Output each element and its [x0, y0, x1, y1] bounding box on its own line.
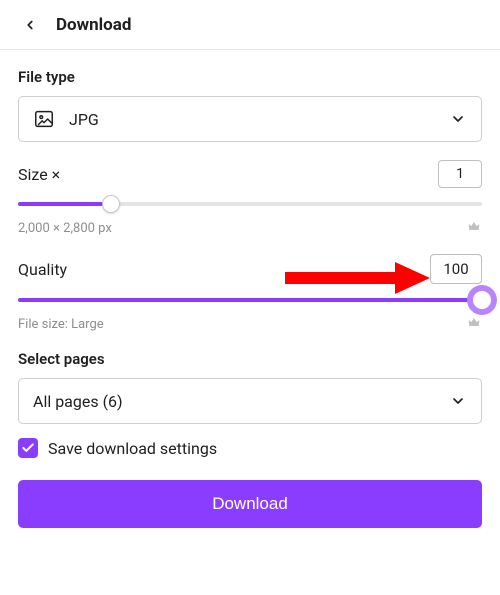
image-icon — [33, 108, 55, 130]
slider-fill — [18, 298, 482, 302]
slider-fill — [18, 202, 111, 206]
download-button[interactable]: Download — [18, 480, 482, 528]
save-settings-label: Save download settings — [48, 439, 217, 458]
quality-input[interactable]: 100 — [430, 254, 482, 284]
check-icon — [21, 441, 35, 455]
size-dimensions: 2,000 × 2,800 px — [18, 221, 112, 236]
file-type-label: File type — [18, 68, 482, 86]
save-settings-checkbox[interactable] — [18, 438, 38, 458]
size-label: Size × — [18, 165, 60, 184]
file-type-value: JPG — [69, 110, 99, 129]
size-slider[interactable] — [18, 194, 482, 214]
chevron-down-icon — [449, 110, 467, 128]
file-type-select[interactable]: JPG — [18, 96, 482, 142]
crown-icon — [466, 218, 482, 238]
chevron-left-icon — [23, 18, 37, 32]
select-pages-select[interactable]: All pages (6) — [18, 378, 482, 424]
size-input[interactable]: 1 — [438, 160, 482, 188]
crown-icon — [466, 314, 482, 334]
page-title: Download — [56, 15, 131, 35]
select-pages-value: All pages (6) — [33, 392, 123, 411]
chevron-down-icon — [449, 392, 467, 410]
slider-thumb[interactable] — [473, 291, 491, 309]
back-button[interactable] — [18, 13, 42, 37]
select-pages-label: Select pages — [18, 350, 482, 368]
file-size-text: File size: Large — [18, 317, 104, 332]
slider-thumb[interactable] — [102, 195, 120, 213]
quality-label: Quality — [18, 260, 67, 279]
quality-slider[interactable] — [18, 290, 482, 310]
